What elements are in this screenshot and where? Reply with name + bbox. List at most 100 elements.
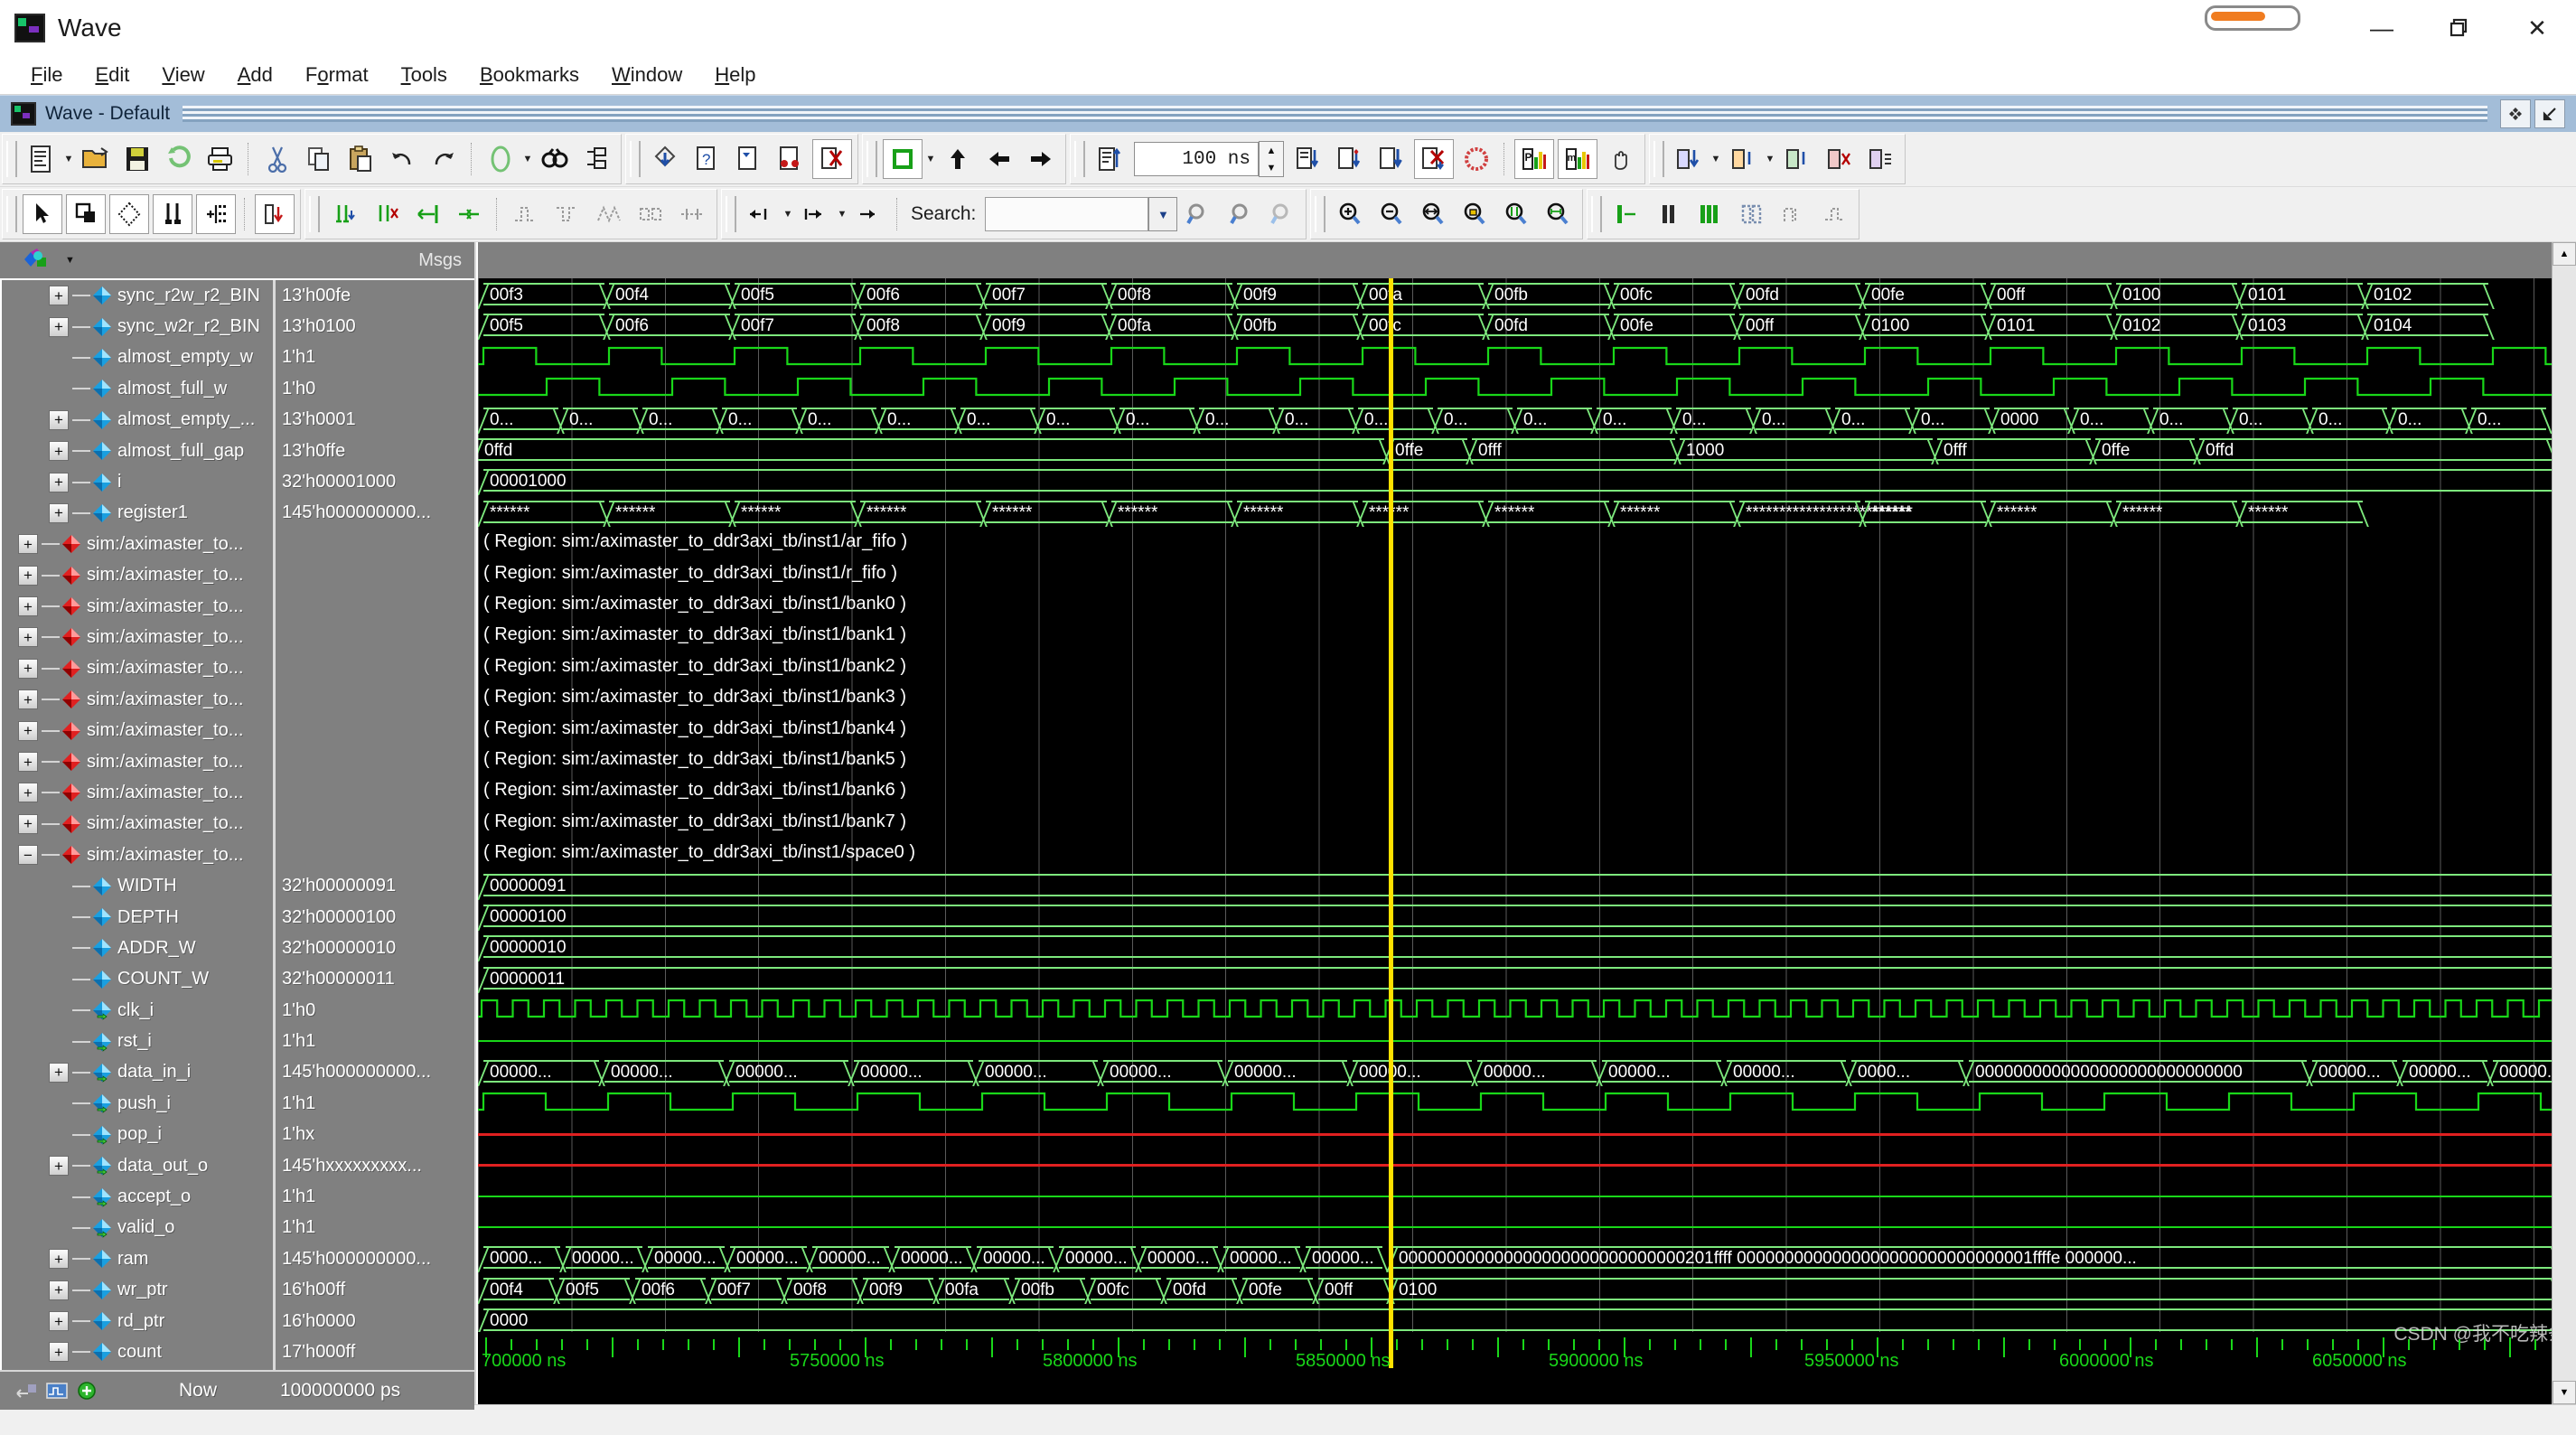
select-mode-icon[interactable] [23,194,62,234]
signal-row[interactable]: + sim:/aximaster_to... [2,777,474,808]
minimize-icon[interactable]: — [2343,0,2421,56]
search-left-icon[interactable] [742,195,780,233]
sim-question-icon[interactable]: ? [688,140,726,178]
signal-row[interactable]: + data_in_i 145'h000000000... [2,1057,474,1088]
redo-icon[interactable] [425,140,463,178]
signal-row[interactable]: +push_i1'h1 [2,1088,474,1119]
mdi-undock-icon[interactable] [2500,99,2531,128]
menu-tools[interactable]: Tools [385,60,464,90]
signal-row[interactable]: + sim:/aximaster_to... [2,715,474,746]
expand-toggle[interactable]: + [18,783,38,803]
save-icon[interactable] [118,140,156,178]
insert-cursor-icon[interactable] [325,195,363,233]
zoom-lock-icon[interactable] [1456,195,1494,233]
search-mid-chevron-down-icon[interactable]: ▼ [836,195,848,233]
wave-view-icon[interactable] [45,1381,69,1401]
cursor-tool-icon[interactable] [14,1381,38,1401]
lock-cursor-icon[interactable] [408,195,446,233]
undo-icon[interactable] [383,140,421,178]
print-icon[interactable] [201,140,239,178]
wave-shape-4-icon[interactable] [632,195,670,233]
waveform-pane[interactable]: 00f3 00f4 00f5 00f6 00f7 00f8 00f9 00fa 00fb 00fc… [476,242,2576,1404]
bookmark-list-icon[interactable] [1861,140,1899,178]
wave-shape-1-icon[interactable] [507,195,545,233]
run-length-stepper[interactable]: ▲ ▼ [1259,141,1284,177]
run-length-icon[interactable] [1091,140,1129,178]
signal-row[interactable]: + count 17'h000ff [2,1337,474,1367]
palette-chevron-down-icon[interactable]: ▼ [65,255,75,266]
menu-edit[interactable]: Edit [79,60,145,90]
signal-row[interactable]: +DEPTH32'h00000100 [2,902,474,933]
signal-row[interactable]: − sim:/aximaster_to... [2,839,474,870]
signal-row[interactable]: +valid_o1'h1 [2,1213,474,1243]
find-icon[interactable] [536,140,574,178]
close-icon[interactable]: ✕ [2498,0,2576,56]
expand-toggle[interactable]: + [49,1062,69,1083]
signal-row[interactable]: + wr_ptr 16'h00ff [2,1275,474,1306]
search-input[interactable] [985,197,1149,231]
signal-row[interactable]: +rst_i1'h1 [2,1026,474,1056]
wave-right-icon[interactable] [1022,140,1060,178]
mdi-drag-grip[interactable] [183,106,2487,122]
toolbar-handle-8[interactable] [726,196,736,232]
expand-toggle[interactable]: + [18,720,38,741]
zoom-mode-icon[interactable] [66,194,106,234]
delete-cursor-icon[interactable] [367,195,405,233]
expand-toggle[interactable]: + [18,689,38,710]
reload-icon[interactable] [160,140,198,178]
signal-row[interactable]: + sync_w2r_r2_BIN 13'h0100 [2,311,474,342]
run-icon[interactable] [1289,140,1327,178]
sim-stop-icon[interactable] [812,139,852,179]
signal-row[interactable]: + sim:/aximaster_to... [2,622,474,652]
format-dashed-b-icon[interactable] [1774,195,1812,233]
expand-toggle[interactable]: + [49,316,69,337]
cursor-marker[interactable] [1389,278,1393,1332]
expand-toggle[interactable]: + [18,752,38,773]
expand-toggle[interactable]: + [49,472,69,492]
zoom-cursor-icon[interactable] [1497,195,1535,233]
wave-shape-3-icon[interactable] [590,195,628,233]
bookmark-prev-icon[interactable] [1724,140,1762,178]
waveform-canvas[interactable]: 00f3 00f4 00f5 00f6 00f7 00f8 00f9 00fa 00fb 00fc… [478,278,2576,1368]
signal-row[interactable]: + rd_ptr 16'h0000 [2,1306,474,1337]
menu-help[interactable]: Help [698,60,772,90]
copy-icon[interactable] [300,140,338,178]
compile-chevron-down-icon[interactable]: ▼ [521,140,534,178]
bookmark-chevron-down-icon[interactable]: ▼ [1710,140,1722,178]
signal-row[interactable]: + sim:/aximaster_to... [2,809,474,839]
signal-row[interactable]: +COUNT_W32'h00000011 [2,964,474,995]
sim-down-icon[interactable] [646,140,684,178]
run-length-field[interactable]: 100 ns ▲ ▼ [1134,141,1284,177]
cursor-mode-icon[interactable] [153,194,192,234]
signal-row[interactable]: +almost_full_w1'h0 [2,373,474,404]
toolbar-handle[interactable] [6,141,17,177]
expand-toggle[interactable]: + [18,813,38,834]
zoom-range-icon[interactable] [1539,195,1577,233]
signal-row[interactable]: +almost_empty_w1'h1 [2,342,474,373]
toolbar-handle-3[interactable] [866,141,877,177]
signal-row[interactable]: + i 32'h00001000 [2,466,474,497]
expand-toggle[interactable]: + [49,1249,69,1270]
run-all-icon[interactable] [1372,140,1410,178]
expand-toggle[interactable]: + [49,1156,69,1177]
zoom-out-icon[interactable] [1372,195,1410,233]
signal-row[interactable]: + data_out_o 145'hxxxxxxxxx... [2,1150,474,1181]
menu-add[interactable]: Add [221,60,289,90]
menu-window[interactable]: Window [595,60,698,90]
menu-bookmarks[interactable]: Bookmarks [464,60,595,90]
wave-insert-icon[interactable] [883,139,923,179]
signal-row[interactable]: +accept_o1'h1 [2,1181,474,1212]
menu-file[interactable]: File [14,60,79,90]
search-right-icon[interactable] [850,195,888,233]
toolbar-handle-6[interactable] [6,196,17,232]
bookmark-add-icon[interactable] [1670,140,1708,178]
cut-icon[interactable] [258,140,296,178]
wave-shape-2-icon[interactable] [548,195,586,233]
search-left-chevron-down-icon[interactable]: ▼ [782,195,794,233]
expand-toggle[interactable]: + [18,565,38,586]
menu-view[interactable]: View [145,60,220,90]
format-dashed-c-icon[interactable] [1815,195,1853,233]
signal-row[interactable]: + sim:/aximaster_to... [2,653,474,684]
search-prev-icon[interactable] [1179,195,1217,233]
sim-break-icon[interactable] [771,140,809,178]
